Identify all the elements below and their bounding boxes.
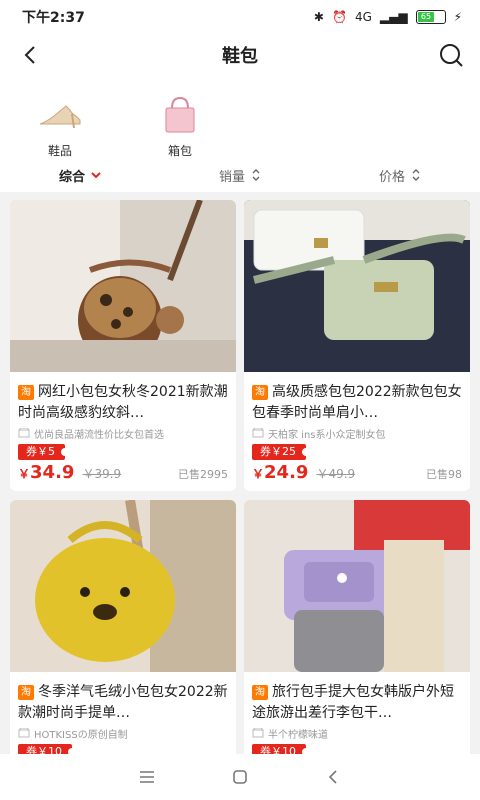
home-icon[interactable] xyxy=(230,767,250,787)
back-icon[interactable] xyxy=(323,767,343,787)
sort-price[interactable]: 价格 xyxy=(320,166,480,185)
shop-name: 天柏家 ins系小众定制女包 xyxy=(268,429,386,441)
tmall-badge: 淘 xyxy=(18,385,34,400)
shop-name: 优尚良品潮流性价比女包首选 xyxy=(34,429,164,441)
current-price: ￥24.9 xyxy=(252,462,308,483)
category-label: 箱包 xyxy=(167,144,192,158)
product-title-row: 淘高级质感包包2022新款包包女包春季时尚单肩小… xyxy=(244,376,470,424)
price-row: ￥24.9 ￥49.9 已售98 xyxy=(244,460,470,491)
sort-updown-icon xyxy=(412,169,420,181)
handbag-icon xyxy=(165,96,195,133)
tmall-badge: 淘 xyxy=(252,685,268,700)
sort-label: 销量 xyxy=(218,169,245,185)
shop-icon xyxy=(252,728,264,738)
current-price: ￥34.9 xyxy=(18,462,74,483)
shop-row: 半个柠檬味道 xyxy=(244,724,470,741)
shop-row: 天柏家 ins系小众定制女包 xyxy=(244,424,470,441)
price-row: ￥34.9 ￥39.9 已售2995 xyxy=(10,460,236,491)
sort-updown-icon xyxy=(252,169,260,181)
shop-icon xyxy=(252,428,264,438)
coupon-badge: 券￥10 xyxy=(252,744,310,754)
sort-label: 综合 xyxy=(58,169,85,185)
product-card[interactable]: 淘高级质感包包2022新款包包女包春季时尚单肩小… 天柏家 ins系小众定制女包… xyxy=(244,200,470,491)
sold-count: 已售2995 xyxy=(178,468,228,481)
alarm-icon: ⏰ xyxy=(331,10,347,24)
original-price: ￥49.9 xyxy=(316,467,356,481)
battery-level: 65 xyxy=(417,12,435,22)
chevron-down-icon xyxy=(91,172,101,179)
shoe-icon xyxy=(39,105,81,129)
network-label: 4G xyxy=(354,10,372,24)
coupon-badge: 券￥5 xyxy=(18,444,69,460)
product-title-row: 淘旅行包手提大包女韩版户外短途旅游出差行李包干… xyxy=(244,676,470,724)
signal-icon: ▂▄▆ xyxy=(379,10,408,24)
back-arrow-icon[interactable] xyxy=(16,40,46,70)
product-title: 冬季洋气毛绒小包包女2022新款潮时尚手提单… xyxy=(18,684,228,721)
status-icons: ✱ ⏰ 4G ▂▄▆ 65 ⚡ xyxy=(314,10,462,24)
product-title: 高级质感包包2022新款包包女包春季时尚单肩小… xyxy=(252,384,462,421)
product-title: 旅行包手提大包女韩版户外短途旅游出差行李包干… xyxy=(252,684,454,721)
product-card[interactable]: 淘网红小包包女秋冬2021新款潮时尚高级感豹纹斜… 优尚良品潮流性价比女包首选 … xyxy=(10,200,236,491)
price-symbol: ￥ xyxy=(252,467,265,481)
price-value: 24.9 xyxy=(264,462,309,483)
product-photo xyxy=(10,200,236,372)
product-title-row: 淘网红小包包女秋冬2021新款潮时尚高级感豹纹斜… xyxy=(10,376,236,424)
price-value: 34.9 xyxy=(30,462,75,483)
category-row: 鞋品 箱包 xyxy=(0,76,480,158)
tmall-badge: 淘 xyxy=(18,685,34,700)
product-card[interactable]: 淘旅行包手提大包女韩版户外短途旅游出差行李包干… 半个柠檬味道 券￥10 xyxy=(244,500,470,754)
battery-icon: 65 xyxy=(415,10,446,24)
system-nav-bar xyxy=(0,754,480,800)
product-grid: 淘网红小包包女秋冬2021新款潮时尚高级感豹纹斜… 优尚良品潮流性价比女包首选 … xyxy=(10,200,470,754)
sold-count: 已售98 xyxy=(426,468,462,481)
coupon-badge: 券￥10 xyxy=(18,744,76,754)
product-title-row: 淘冬季洋气毛绒小包包女2022新款潮时尚手提单… xyxy=(10,676,236,724)
sort-bar: 综合 销量 价格 xyxy=(0,158,480,192)
page-title: 鞋包 xyxy=(222,46,258,67)
search-icon[interactable] xyxy=(436,40,466,70)
status-bar: 下午2:37 ✱ ⏰ 4G ▂▄▆ 65 ⚡ xyxy=(0,0,480,34)
category-bags[interactable]: 箱包 xyxy=(150,94,210,159)
product-photo xyxy=(244,500,470,672)
coupon-badge: 券￥25 xyxy=(252,444,310,460)
product-photo xyxy=(244,200,470,372)
category-label: 鞋品 xyxy=(47,144,72,158)
product-title: 网红小包包女秋冬2021新款潮时尚高级感豹纹斜… xyxy=(18,384,228,421)
tmall-badge: 淘 xyxy=(252,385,268,400)
sort-sales[interactable]: 销量 xyxy=(160,166,320,185)
sort-composite[interactable]: 综合 xyxy=(0,166,160,185)
price-symbol: ￥ xyxy=(18,467,31,481)
menu-icon[interactable] xyxy=(137,767,157,787)
shop-icon xyxy=(18,728,30,738)
original-price: ￥39.9 xyxy=(82,467,122,481)
shop-icon xyxy=(18,428,30,438)
shop-row: 优尚良品潮流性价比女包首选 xyxy=(10,424,236,441)
top-bar: 鞋包 xyxy=(0,34,480,76)
sort-label: 价格 xyxy=(378,169,405,185)
shop-name: HOTKISSの原创自制 xyxy=(34,729,128,741)
product-card[interactable]: 淘冬季洋气毛绒小包包女2022新款潮时尚手提单… HOTKISSの原创自制 券￥… xyxy=(10,500,236,754)
status-time: 下午2:37 xyxy=(22,10,85,26)
shop-row: HOTKISSの原创自制 xyxy=(10,724,236,741)
bluetooth-icon: ✱ xyxy=(313,10,324,24)
product-photo xyxy=(10,500,236,672)
charging-icon: ⚡ xyxy=(453,10,462,24)
category-shoes[interactable]: 鞋品 xyxy=(30,94,90,159)
shop-name: 半个柠檬味道 xyxy=(268,729,328,741)
